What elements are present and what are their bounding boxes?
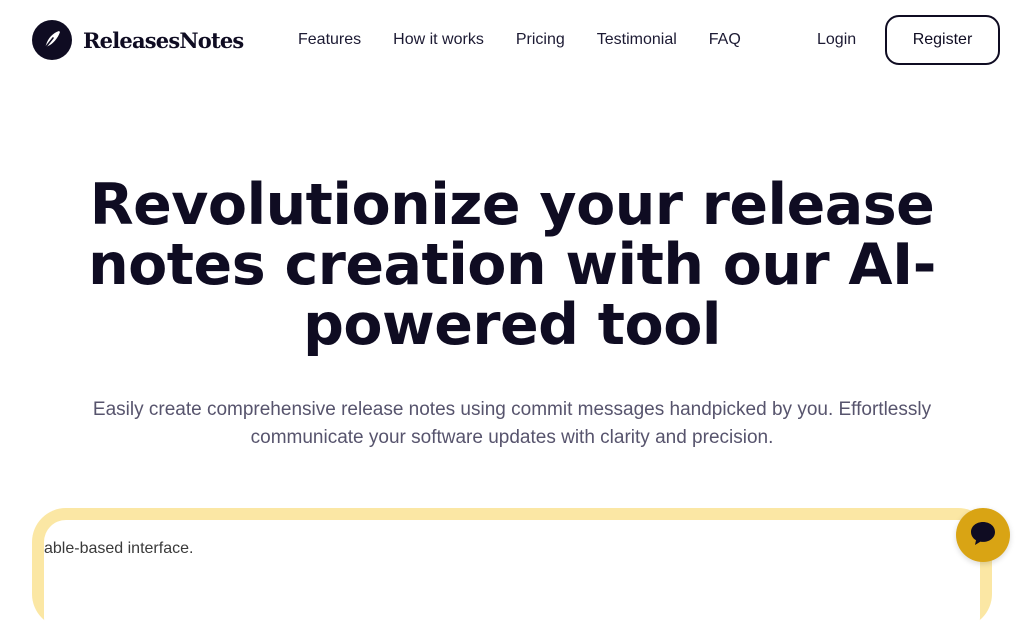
- nav-item-testimonial[interactable]: Testimonial: [581, 29, 693, 51]
- nav-item-faq[interactable]: FAQ: [693, 29, 757, 51]
- chat-widget-button[interactable]: [956, 508, 1010, 562]
- register-button[interactable]: Register: [885, 15, 1000, 65]
- product-preview-frame: able-based interface.: [32, 508, 992, 640]
- nav-item-features[interactable]: Features: [282, 29, 377, 51]
- product-preview-screenshot: able-based interface.: [44, 520, 980, 640]
- top-navigation: ReleasesNotes Features How it works Pric…: [0, 0, 1024, 80]
- nav-links: Features How it works Pricing Testimonia…: [282, 29, 757, 51]
- hero-subtitle: Easily create comprehensive release note…: [92, 399, 932, 448]
- feather-icon: [32, 20, 72, 60]
- nav-item-pricing[interactable]: Pricing: [500, 29, 581, 51]
- brand-name: ReleasesNotes: [83, 27, 244, 53]
- login-link[interactable]: Login: [817, 29, 856, 51]
- preview-caption: able-based interface.: [44, 540, 194, 557]
- nav-item-how-it-works[interactable]: How it works: [377, 29, 500, 51]
- brand-logo-link[interactable]: ReleasesNotes: [32, 20, 244, 60]
- hero-title: Revolutionize your release notes creatio…: [88, 172, 936, 358]
- chat-bubble-icon: [969, 520, 997, 551]
